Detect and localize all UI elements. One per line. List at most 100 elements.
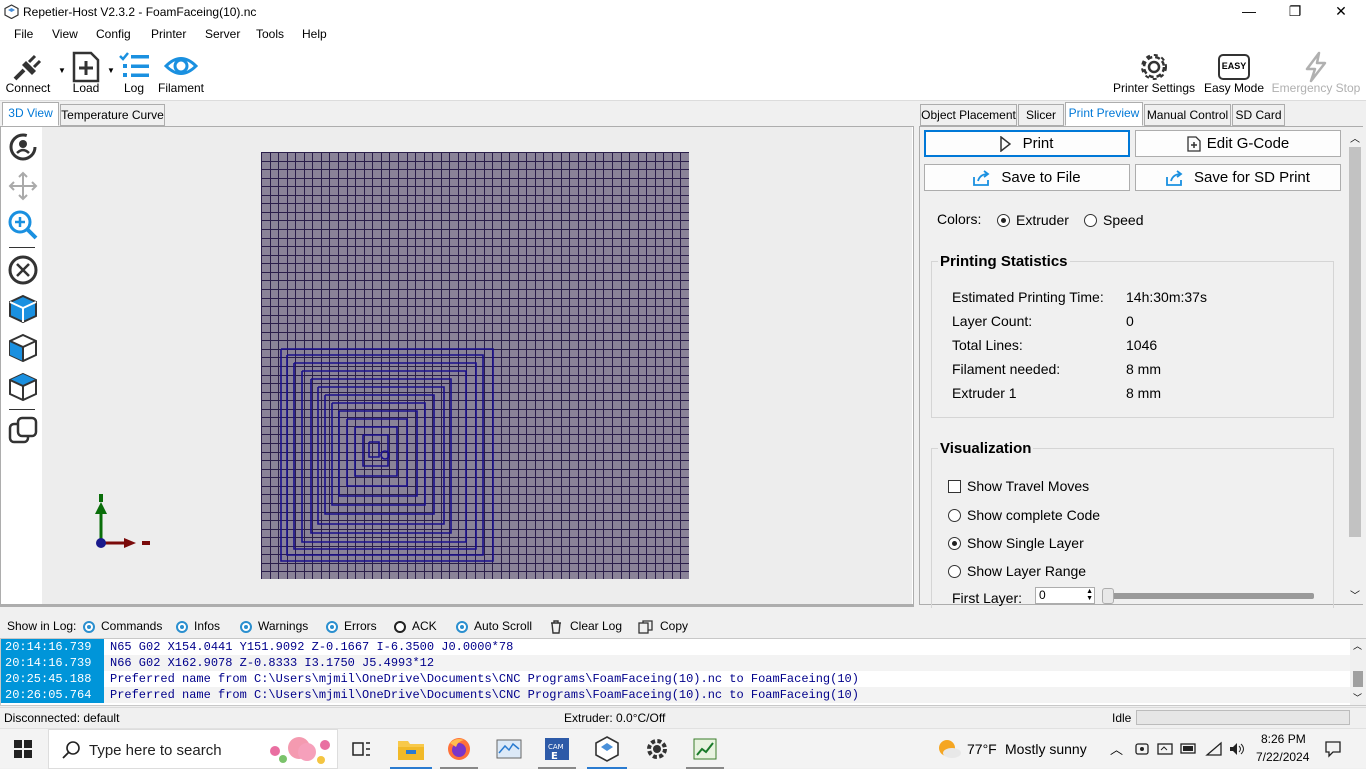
repetier-host-icon[interactable] xyxy=(592,735,622,763)
wifi-app-icon[interactable] xyxy=(1157,741,1173,757)
weather-temp[interactable]: 77°F xyxy=(967,741,997,757)
scrollbar-thumb[interactable] xyxy=(1349,147,1361,537)
color-speed-radio[interactable]: Speed xyxy=(1084,211,1143,228)
show-single-layer-radio[interactable]: Show Single Layer xyxy=(948,534,1084,551)
easy-mode-button[interactable]: EASY Easy Mode xyxy=(1202,48,1266,98)
panel-splitter[interactable] xyxy=(0,604,914,607)
volume-icon[interactable] xyxy=(1228,741,1246,757)
menu-file[interactable]: File xyxy=(14,27,33,41)
printer-settings-button[interactable]: Printer Settings xyxy=(1112,48,1196,98)
menu-config[interactable]: Config xyxy=(96,27,131,41)
chart-app-icon[interactable] xyxy=(690,735,720,763)
export-icon xyxy=(1166,170,1183,186)
tab-print-preview[interactable]: Print Preview xyxy=(1065,102,1143,126)
rotate-icon[interactable] xyxy=(7,131,39,163)
taskbar-search-box[interactable]: Type here to search xyxy=(48,729,338,769)
log-infos-radio[interactable]: Infos xyxy=(176,619,220,633)
log-row[interactable]: 20:14:16.739 N65 G02 X154.0441 Y151.9092 … xyxy=(1,639,1350,655)
clear-log-button[interactable]: Clear Log xyxy=(549,619,622,634)
save-for-sd-button[interactable]: Save for SD Print xyxy=(1135,164,1341,191)
log-list[interactable]: 20:14:16.739 N65 G02 X154.0441 Y151.9092 … xyxy=(0,638,1366,706)
log-row[interactable]: 20:25:45.188 Preferred name from C:\Users… xyxy=(1,671,1350,687)
connect-dropdown-icon[interactable]: ▼ xyxy=(58,66,66,75)
connection-status: Disconnected: default xyxy=(4,711,120,725)
task-manager-icon[interactable] xyxy=(494,735,524,763)
scrollbar-thumb[interactable] xyxy=(1353,671,1363,687)
copy-log-button[interactable]: Copy xyxy=(638,619,688,634)
maximize-button[interactable]: ❐ xyxy=(1272,0,1318,24)
close-button[interactable]: ✕ xyxy=(1318,0,1364,24)
search-placeholder: Type here to search xyxy=(89,742,222,759)
show-hidden-icons-icon[interactable]: ︿ xyxy=(1110,739,1123,758)
zoom-icon[interactable] xyxy=(7,209,39,241)
menu-tools[interactable]: Tools xyxy=(256,27,284,41)
clock-time[interactable]: 8:26 PM xyxy=(1261,732,1306,746)
radio-indicator xyxy=(456,620,468,633)
minimize-button[interactable]: — xyxy=(1226,0,1272,24)
filament-button[interactable]: Filament xyxy=(156,48,206,98)
show-travel-moves-checkbox[interactable]: Show Travel Moves xyxy=(948,477,1089,494)
file-explorer-icon[interactable] xyxy=(396,735,426,763)
log-row[interactable]: 20:14:16.739 N66 G02 X162.9078 Z-0.8333 I… xyxy=(1,655,1350,671)
fit-icon[interactable] xyxy=(7,254,39,286)
estlcam-icon[interactable]: CAME xyxy=(542,735,572,763)
log-scrollbar[interactable]: ︿ ﹀ xyxy=(1350,639,1366,705)
windows-start-icon[interactable] xyxy=(14,740,32,758)
log-message: N65 G02 X154.0441 Y151.9092 Z-0.1667 I-6… xyxy=(110,640,514,654)
menu-help[interactable]: Help xyxy=(302,27,327,41)
emergency-stop-button[interactable]: Emergency Stop xyxy=(1270,48,1362,98)
settings-gear-icon[interactable] xyxy=(642,735,672,763)
tab-sd-card[interactable]: SD Card xyxy=(1232,104,1285,126)
menu-view[interactable]: View xyxy=(52,27,78,41)
first-layer-input[interactable]: 0 ▲ ▼ xyxy=(1035,587,1095,604)
scroll-up-icon[interactable]: ︿ xyxy=(1353,639,1362,652)
log-errors-radio[interactable]: Errors xyxy=(326,619,377,633)
firefox-icon[interactable] xyxy=(444,735,474,763)
battery-icon[interactable] xyxy=(1180,742,1198,756)
front-view-icon[interactable] xyxy=(7,332,39,364)
tab-temperature-curve[interactable]: Temperature Curve xyxy=(60,104,165,126)
tab-slicer[interactable]: Slicer xyxy=(1018,104,1064,126)
connect-button[interactable]: Connect xyxy=(3,48,53,98)
plug-icon xyxy=(13,54,42,81)
move-icon[interactable] xyxy=(7,170,39,202)
iso-view-icon[interactable] xyxy=(7,293,39,325)
log-button[interactable]: Log xyxy=(114,48,154,98)
task-view-icon[interactable] xyxy=(346,735,376,763)
build-plate-grid[interactable] xyxy=(261,152,689,579)
spinner-arrows-icon[interactable]: ▲ ▼ xyxy=(1086,588,1093,602)
print-button[interactable]: Print xyxy=(924,130,1130,157)
tab-object-placement[interactable]: Object Placement xyxy=(920,104,1017,126)
stat-value: 1046 xyxy=(1126,337,1158,353)
log-warnings-radio[interactable]: Warnings xyxy=(240,619,308,633)
show-layer-range-radio[interactable]: Show Layer Range xyxy=(948,562,1086,579)
log-autoscroll-radio[interactable]: Auto Scroll xyxy=(456,619,532,633)
right-panel-scrollbar[interactable]: ︿ ﹀ xyxy=(1347,127,1363,604)
load-button[interactable]: Load xyxy=(66,48,106,98)
meet-now-icon[interactable] xyxy=(1134,741,1150,757)
log-ack-radio[interactable]: ACK xyxy=(394,619,437,633)
show-complete-code-radio[interactable]: Show complete Code xyxy=(948,506,1100,523)
scroll-down-icon[interactable]: ﹀ xyxy=(1353,691,1362,704)
top-view-icon[interactable] xyxy=(7,371,39,403)
tab-manual-control[interactable]: Manual Control xyxy=(1144,104,1231,126)
notifications-icon[interactable] xyxy=(1324,740,1342,758)
tab-3d-view[interactable]: 3D View xyxy=(2,102,59,126)
scroll-up-icon[interactable]: ︿ xyxy=(1350,130,1360,145)
save-to-file-button[interactable]: Save to File xyxy=(924,164,1130,191)
edit-gcode-button[interactable]: Edit G-Code xyxy=(1135,130,1341,157)
first-layer-slider[interactable] xyxy=(1102,593,1314,599)
weather-desc[interactable]: Mostly sunny xyxy=(1005,741,1087,757)
clear-log-label: Clear Log xyxy=(570,619,623,633)
parallel-view-icon[interactable] xyxy=(7,415,39,447)
menu-server[interactable]: Server xyxy=(205,27,240,41)
log-commands-radio[interactable]: Commands xyxy=(83,619,162,633)
slider-thumb[interactable] xyxy=(1102,588,1114,604)
network-icon[interactable] xyxy=(1205,741,1223,757)
clock-date[interactable]: 7/22/2024 xyxy=(1256,750,1309,764)
scroll-down-icon[interactable]: ﹀ xyxy=(1350,587,1360,602)
color-extruder-label: Extruder xyxy=(1016,212,1069,229)
log-row[interactable]: 20:26:05.764 Preferred name from C:\Users… xyxy=(1,687,1350,703)
color-extruder-radio[interactable]: Extruder xyxy=(997,211,1069,228)
menu-printer[interactable]: Printer xyxy=(151,27,186,41)
